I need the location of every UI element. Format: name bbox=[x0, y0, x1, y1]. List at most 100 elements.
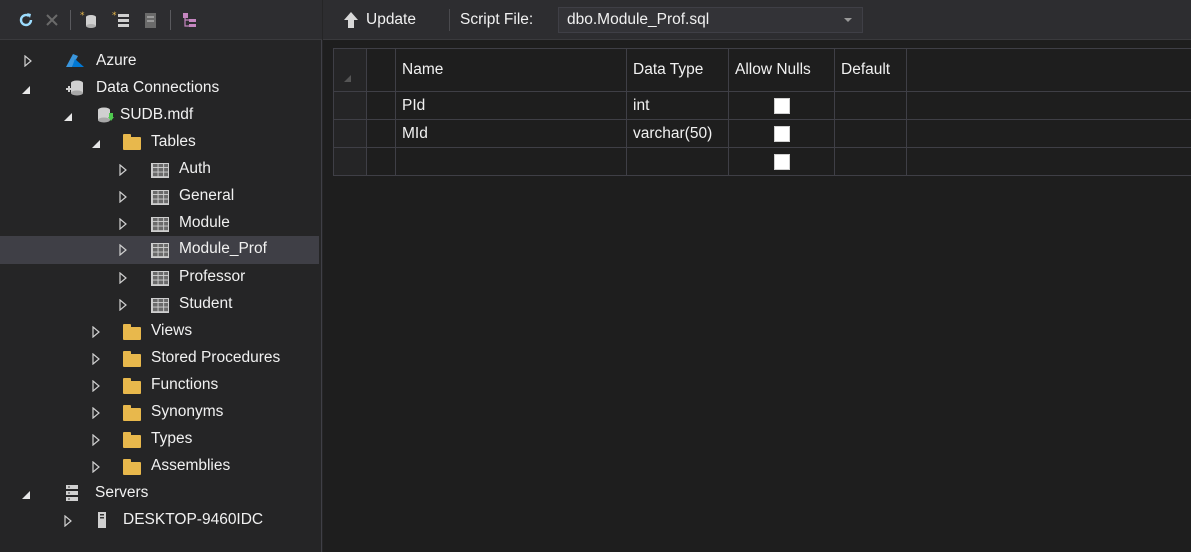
tree-item-assemblies[interactable]: Assemblies bbox=[0, 453, 320, 480]
tree-item-table-module-prof[interactable]: Module_Prof bbox=[0, 236, 319, 264]
table-icon bbox=[150, 215, 170, 233]
script-file-value: dbo.Module_Prof.sql bbox=[567, 11, 710, 28]
column-header-data-type[interactable]: Data Type bbox=[627, 48, 729, 92]
tree-item-label: General bbox=[179, 187, 235, 204]
update-button[interactable]: Update bbox=[366, 11, 416, 29]
update-arrow-icon[interactable] bbox=[343, 11, 359, 29]
tree-item-server-desktop[interactable]: DESKTOP-9460IDC bbox=[0, 507, 320, 534]
cell-name[interactable]: PId bbox=[396, 92, 627, 120]
table-icon bbox=[150, 241, 170, 259]
expand-icon[interactable] bbox=[90, 434, 102, 446]
cell-default[interactable] bbox=[835, 92, 907, 120]
expand-icon[interactable] bbox=[117, 191, 129, 203]
allow-nulls-checkbox[interactable] bbox=[773, 125, 790, 142]
properties-icon[interactable] bbox=[180, 10, 200, 30]
key-cell[interactable] bbox=[367, 120, 396, 148]
column-header-default[interactable]: Default bbox=[835, 48, 907, 92]
tree-item-table-module[interactable]: Module bbox=[0, 210, 320, 237]
table-icon bbox=[150, 296, 170, 314]
cell-allow-nulls bbox=[729, 120, 835, 148]
allow-nulls-checkbox[interactable] bbox=[773, 153, 790, 170]
collapse-icon[interactable] bbox=[20, 489, 32, 501]
grid-row-filler bbox=[907, 92, 1191, 120]
tree-item-label: Types bbox=[151, 430, 193, 447]
toolbar-separator bbox=[170, 10, 171, 30]
cell-data-type[interactable]: varchar(50) bbox=[627, 120, 729, 148]
collapse-icon[interactable] bbox=[62, 111, 74, 123]
tree-item-table-auth[interactable]: Auth bbox=[0, 156, 320, 183]
expand-icon[interactable] bbox=[117, 164, 129, 176]
tree-item-functions[interactable]: Functions bbox=[0, 372, 320, 399]
folder-icon bbox=[122, 404, 142, 423]
script-file-dropdown[interactable]: dbo.Module_Prof.sql bbox=[558, 7, 863, 33]
expand-icon[interactable] bbox=[90, 353, 102, 365]
cell-name[interactable]: MId bbox=[396, 120, 627, 148]
toolbar-separator bbox=[70, 10, 71, 30]
cell-data-type[interactable] bbox=[627, 148, 729, 176]
key-cell[interactable] bbox=[367, 92, 396, 120]
refresh-icon[interactable] bbox=[16, 10, 36, 30]
expand-icon[interactable] bbox=[22, 55, 34, 67]
expand-icon[interactable] bbox=[90, 326, 102, 338]
row-header[interactable] bbox=[333, 92, 367, 120]
key-cell[interactable] bbox=[367, 148, 396, 176]
tree-item-label: Module_Prof bbox=[179, 240, 267, 257]
folder-icon bbox=[122, 323, 142, 342]
tree-item-synonyms[interactable]: Synonyms bbox=[0, 399, 320, 426]
expand-icon[interactable] bbox=[62, 515, 74, 527]
tree-item-label: SUDB.mdf bbox=[120, 106, 194, 123]
stop-icon[interactable] bbox=[42, 10, 62, 30]
cell-name[interactable] bbox=[396, 148, 627, 176]
cell-default[interactable] bbox=[835, 120, 907, 148]
collapse-icon[interactable] bbox=[90, 138, 102, 150]
tree-item-label: Data Connections bbox=[96, 79, 220, 96]
connect-server-icon[interactable]: * bbox=[112, 10, 132, 30]
tree-item-sudb-mdf[interactable]: SUDB.mdf bbox=[0, 102, 320, 129]
table-icon bbox=[150, 269, 170, 287]
expand-icon[interactable] bbox=[117, 244, 129, 256]
expand-icon[interactable] bbox=[117, 299, 129, 311]
cell-allow-nulls bbox=[729, 92, 835, 120]
expand-icon[interactable] bbox=[90, 380, 102, 392]
tree-item-stored-procedures[interactable]: Stored Procedures bbox=[0, 345, 320, 372]
tree-item-table-professor[interactable]: Professor bbox=[0, 264, 320, 291]
tree-item-label: Azure bbox=[96, 52, 137, 69]
folder-icon bbox=[122, 431, 142, 450]
tree-item-tables[interactable]: Tables bbox=[0, 129, 320, 156]
tree-item-label: Stored Procedures bbox=[151, 349, 281, 366]
tree-item-data-connections[interactable]: Data Connections bbox=[0, 75, 320, 102]
tree-item-label: Auth bbox=[179, 160, 211, 177]
chevron-down-icon[interactable] bbox=[844, 18, 852, 22]
cell-default[interactable] bbox=[835, 148, 907, 176]
collapse-icon[interactable] bbox=[20, 84, 32, 96]
tree-item-types[interactable]: Types bbox=[0, 426, 320, 453]
row-header[interactable] bbox=[333, 148, 367, 176]
database-icon bbox=[95, 106, 115, 124]
tree-item-table-student[interactable]: Student bbox=[0, 291, 320, 318]
row-header[interactable] bbox=[333, 120, 367, 148]
grid-row-filler bbox=[907, 148, 1191, 176]
tree-item-servers[interactable]: Servers bbox=[0, 480, 320, 507]
expand-icon[interactable] bbox=[90, 461, 102, 473]
select-all-corner[interactable] bbox=[333, 48, 367, 92]
expand-icon[interactable] bbox=[117, 272, 129, 284]
folder-icon bbox=[122, 377, 142, 396]
tree-item-label: Functions bbox=[151, 376, 219, 393]
table-icon bbox=[150, 161, 170, 179]
tree-item-views[interactable]: Views bbox=[0, 318, 320, 345]
column-header-allow-nulls[interactable]: Allow Nulls bbox=[729, 48, 835, 92]
corner-triangle-icon bbox=[344, 75, 351, 82]
expand-icon[interactable] bbox=[117, 218, 129, 230]
tree-item-label: Module bbox=[179, 214, 230, 231]
column-header-name[interactable]: Name bbox=[396, 48, 627, 92]
tree-item-table-general[interactable]: General bbox=[0, 183, 320, 210]
tree-item-label: Professor bbox=[179, 268, 246, 285]
cell-data-type[interactable]: int bbox=[627, 92, 729, 120]
script-file-label: Script File: bbox=[460, 11, 534, 28]
server-icon bbox=[92, 511, 112, 529]
add-sharepoint-icon[interactable] bbox=[140, 10, 160, 30]
connect-database-icon[interactable]: * bbox=[80, 10, 100, 30]
allow-nulls-checkbox[interactable] bbox=[773, 97, 790, 114]
tree-item-azure[interactable]: Azure bbox=[0, 48, 320, 75]
expand-icon[interactable] bbox=[90, 407, 102, 419]
